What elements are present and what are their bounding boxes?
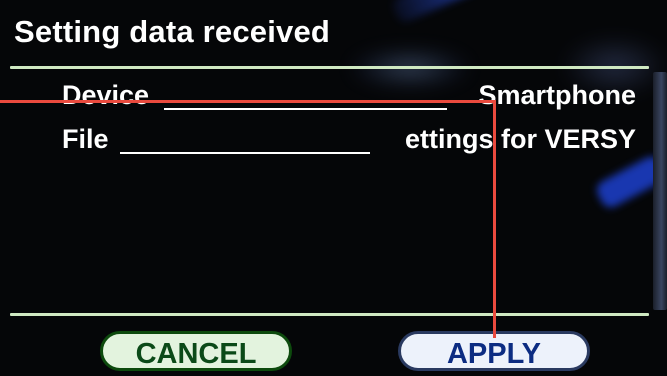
file-value: ettings for VERSY [404, 124, 636, 154]
annotation-line-horizontal [0, 100, 496, 103]
scrollbar[interactable] [653, 72, 667, 310]
device-screen: Setting data received Device Smartphone … [0, 0, 667, 376]
file-label: File [62, 124, 109, 154]
dialog-title: Setting data received [14, 14, 331, 49]
annotation-line-vertical [493, 100, 496, 338]
leader-line [120, 152, 370, 154]
background-streak [389, 0, 593, 25]
device-label: Device [62, 80, 150, 110]
row-device: Device Smartphone [62, 80, 636, 114]
row-file: File ettings for VERSY [62, 124, 636, 158]
footer-divider [10, 313, 649, 316]
cancel-button[interactable]: CANCEL [100, 331, 292, 371]
device-value: Smartphone [478, 80, 636, 110]
header-divider [10, 66, 649, 69]
leader-line [164, 108, 447, 110]
